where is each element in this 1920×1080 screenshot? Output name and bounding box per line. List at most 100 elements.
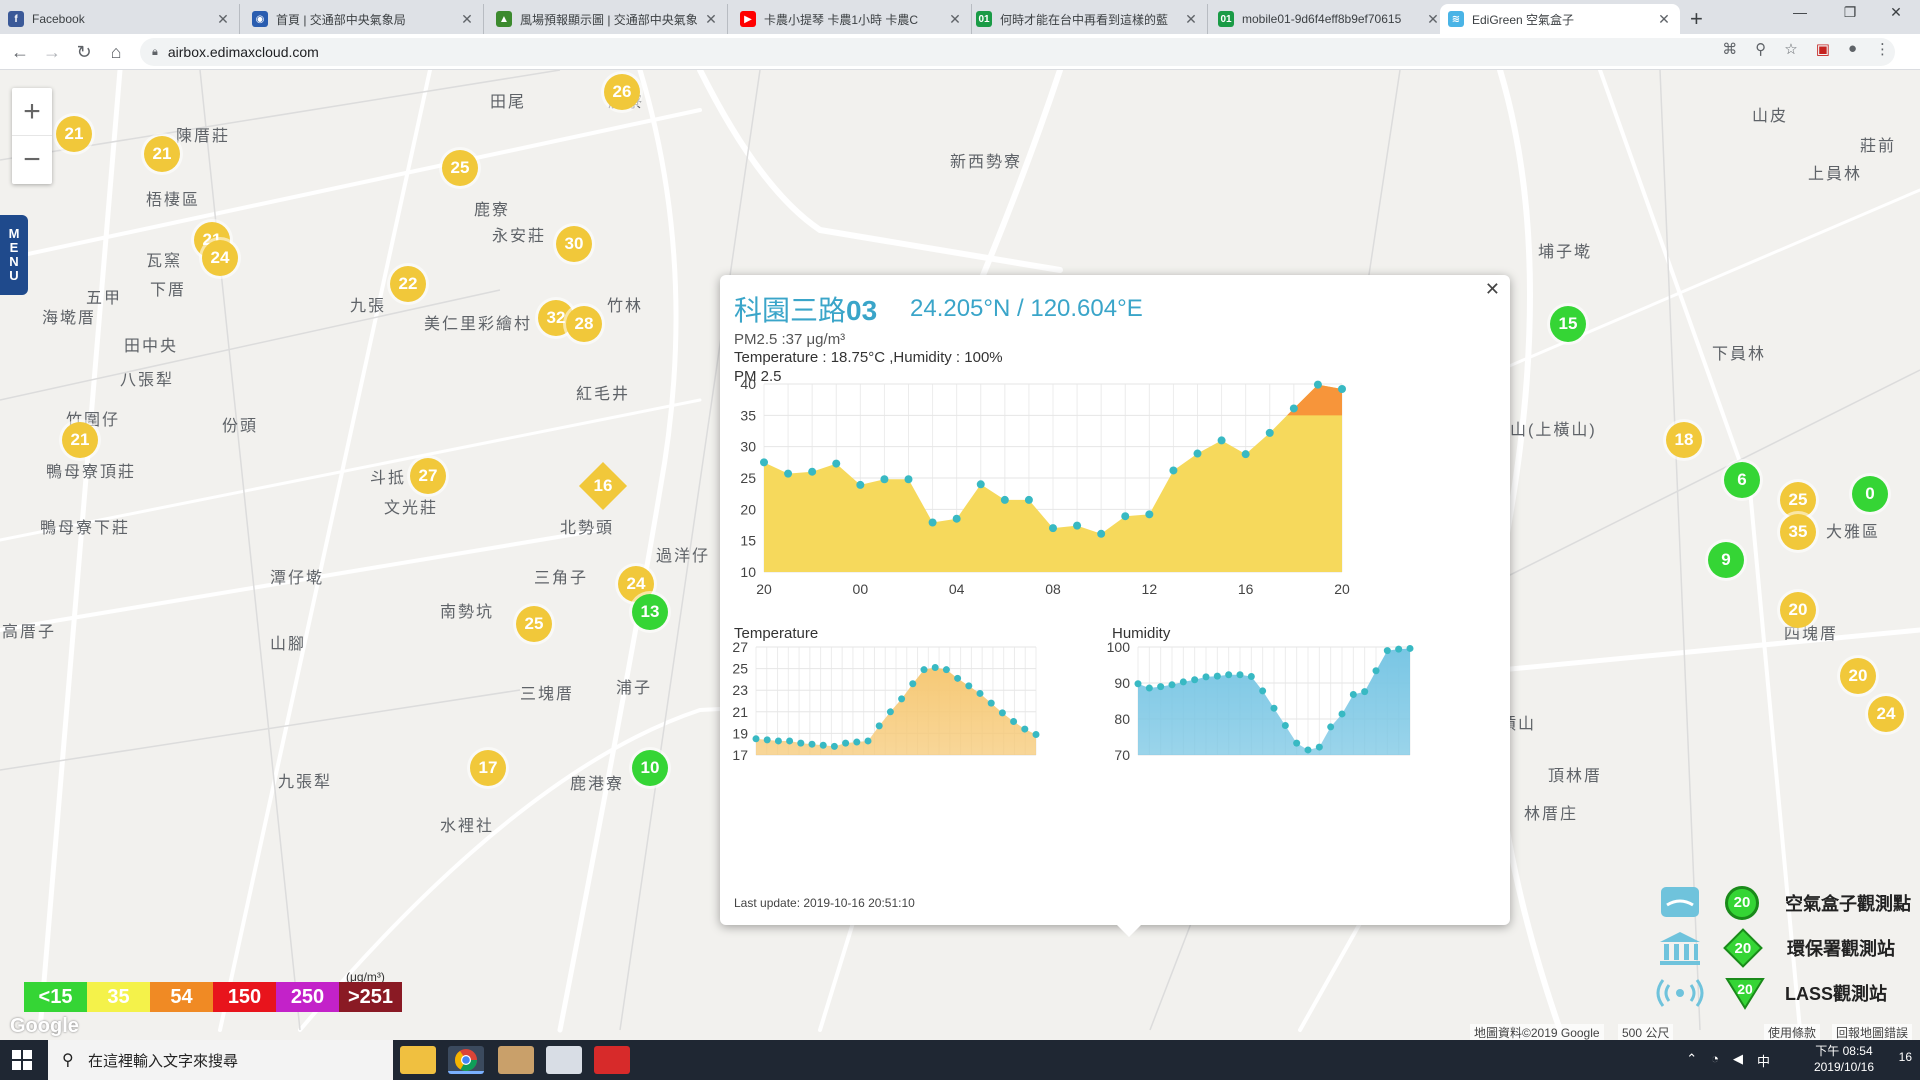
data-point bbox=[1217, 436, 1226, 445]
data-point bbox=[864, 737, 872, 745]
airbox-marker[interactable]: 24 bbox=[1868, 696, 1904, 732]
tray-chevron-icon[interactable]: ⌃ bbox=[1686, 1051, 1697, 1070]
place-label: 美仁里彩繪村 bbox=[424, 316, 533, 333]
data-point bbox=[1315, 743, 1323, 751]
airbox-marker[interactable]: 21 bbox=[56, 116, 92, 152]
airbox-marker[interactable]: 18 bbox=[1666, 422, 1702, 458]
bookmark-star-icon[interactable]: ☆ bbox=[1784, 40, 1797, 58]
notification-icon[interactable]: 16 bbox=[1899, 1050, 1912, 1064]
browser-tab[interactable]: ▶ 卡農小提琴 卡農1小時 卡農C ✕ bbox=[732, 4, 972, 34]
airbox-marker[interactable]: 0 bbox=[1852, 476, 1888, 512]
browser-tab[interactable]: ≋ EdiGreen 空氣盒子 ✕ bbox=[1440, 4, 1680, 34]
app2-taskbar-icon[interactable] bbox=[546, 1046, 582, 1074]
app3-taskbar-icon[interactable] bbox=[594, 1046, 630, 1074]
data-point bbox=[1202, 673, 1210, 681]
airbox-marker[interactable]: 35 bbox=[1780, 514, 1816, 550]
place-label: 瓦窯 bbox=[146, 253, 183, 270]
airbox-marker[interactable]: 21 bbox=[144, 136, 180, 172]
airbox-marker[interactable]: 27 bbox=[410, 458, 446, 494]
back-icon[interactable]: ← bbox=[8, 40, 32, 64]
x-tick-label: 12 bbox=[1142, 581, 1158, 597]
tab-close-icon[interactable]: ✕ bbox=[1425, 11, 1441, 28]
airbox-marker[interactable]: 20 bbox=[1840, 658, 1876, 694]
new-tab-button[interactable]: + bbox=[1690, 6, 1703, 32]
airbox-marker[interactable]: 21 bbox=[62, 422, 98, 458]
minimize-button[interactable]: — bbox=[1780, 4, 1820, 20]
app-taskbar-icon[interactable] bbox=[498, 1046, 534, 1074]
y-tick-label: 19 bbox=[732, 725, 748, 741]
airbox-marker[interactable]: 25 bbox=[1780, 482, 1816, 518]
data-point bbox=[1349, 691, 1357, 699]
airbox-marker[interactable]: 17 bbox=[470, 750, 506, 786]
airbox-marker[interactable]: 24 bbox=[202, 240, 238, 276]
station-diamond-marker[interactable]: 16 bbox=[578, 461, 628, 511]
address-bar[interactable]: 🔒︎ airbox.edimaxcloud.com bbox=[140, 38, 1895, 66]
data-point bbox=[1313, 380, 1322, 389]
data-point bbox=[853, 738, 861, 746]
map-canvas[interactable]: 田尾鹿寮新西勢寮陳厝莊梧棲區鹿寮永安莊瓦窯下厝五甲海墘厝九張竹林田中央八張犁紅毛… bbox=[0, 70, 1920, 1040]
airbox-marker[interactable]: 25 bbox=[442, 150, 478, 186]
tab-favicon-icon: 01 bbox=[1218, 11, 1234, 27]
extension-icon[interactable]: ▣ bbox=[1816, 40, 1830, 58]
airbox-icon bbox=[1661, 886, 1699, 917]
data-point bbox=[987, 699, 995, 707]
data-point bbox=[1265, 428, 1274, 437]
translate-icon[interactable]: ⌘ bbox=[1722, 40, 1737, 58]
tab-close-icon[interactable]: ✕ bbox=[215, 11, 231, 28]
map-scale[interactable]: 500 公尺 bbox=[1618, 1024, 1674, 1040]
clock[interactable]: 下午 08:54 2019/10/16 bbox=[1814, 1043, 1874, 1075]
home-icon[interactable]: ⌂ bbox=[104, 40, 128, 64]
zoom-icon[interactable]: ⚲ bbox=[1755, 40, 1766, 58]
tab-close-icon[interactable]: ✕ bbox=[1183, 11, 1199, 28]
tab-close-icon[interactable]: ✕ bbox=[703, 11, 719, 28]
report-map-error-link[interactable]: 回報地圖錯誤 bbox=[1832, 1024, 1913, 1040]
forward-icon[interactable]: → bbox=[40, 40, 64, 64]
more-menu-icon[interactable]: ⋮ bbox=[1875, 40, 1890, 58]
tab-close-icon[interactable]: ✕ bbox=[947, 11, 963, 28]
airbox-marker[interactable]: 30 bbox=[556, 226, 592, 262]
menu-tab[interactable]: MENU bbox=[0, 215, 28, 295]
airbox-marker[interactable]: 9 bbox=[1708, 542, 1744, 578]
y-tick-label: 80 bbox=[1114, 711, 1130, 727]
zoom-out-button[interactable]: − bbox=[12, 136, 52, 184]
airbox-marker[interactable]: 20 bbox=[1780, 592, 1816, 628]
profile-icon[interactable]: ● bbox=[1848, 40, 1857, 58]
airbox-marker[interactable]: 26 bbox=[604, 74, 640, 110]
airbox-marker[interactable]: 10 bbox=[632, 750, 668, 786]
airbox-marker[interactable]: 25 bbox=[516, 606, 552, 642]
data-point bbox=[842, 739, 850, 747]
terms-link[interactable]: 使用條款 bbox=[1764, 1024, 1821, 1040]
airbox-marker[interactable]: 28 bbox=[566, 306, 602, 342]
airbox-marker[interactable]: 13 bbox=[632, 594, 668, 630]
data-point bbox=[1191, 676, 1199, 684]
volume-icon[interactable]: ◀ bbox=[1733, 1051, 1743, 1070]
airbox-marker[interactable]: 15 bbox=[1550, 306, 1586, 342]
aqi-legend-swatch: 150 bbox=[213, 982, 276, 1012]
close-popup-button[interactable]: ✕ bbox=[1485, 279, 1500, 300]
windows-start-icon[interactable] bbox=[12, 1050, 32, 1070]
tab-title: 風場預報顯示圖 | 交通部中央氣象 bbox=[520, 12, 698, 27]
tab-close-icon[interactable]: ✕ bbox=[1656, 11, 1672, 28]
zoom-in-button[interactable]: + bbox=[12, 88, 52, 136]
browser-tab[interactable]: ◉ 首頁 | 交通部中央氣象局 ✕ bbox=[244, 4, 484, 34]
legend-airbox: 20 空氣盒子觀測點 bbox=[1655, 880, 1911, 925]
file-explorer-icon[interactable] bbox=[400, 1046, 436, 1074]
close-window-button[interactable]: ✕ bbox=[1876, 4, 1916, 21]
reload-icon[interactable]: ↻ bbox=[72, 40, 96, 64]
chrome-taskbar-icon[interactable] bbox=[448, 1046, 484, 1074]
browser-tab[interactable]: 01 mobile01-9d6f4eff8b9ef70615 ✕ bbox=[1210, 4, 1450, 34]
data-point bbox=[880, 475, 889, 484]
airbox-marker[interactable]: 22 bbox=[390, 266, 426, 302]
data-point bbox=[808, 467, 817, 476]
ime-indicator[interactable]: 中 bbox=[1757, 1051, 1770, 1070]
browser-tab[interactable]: ▲ 風場預報顯示圖 | 交通部中央氣象 ✕ bbox=[488, 4, 728, 34]
taskbar-search[interactable]: ⚲ 在這裡輸入文字來搜尋 bbox=[48, 1040, 393, 1080]
place-label: 海墘厝 bbox=[42, 310, 97, 327]
browser-tab[interactable]: 01 何時才能在台中再看到這樣的藍 ✕ bbox=[968, 4, 1208, 34]
tab-title: mobile01-9d6f4eff8b9ef70615 bbox=[1242, 12, 1402, 26]
maximize-button[interactable]: ❐ bbox=[1830, 4, 1870, 21]
tab-close-icon[interactable]: ✕ bbox=[459, 11, 475, 28]
browser-tab[interactable]: f Facebook ✕ bbox=[0, 4, 240, 34]
airbox-marker[interactable]: 6 bbox=[1724, 462, 1760, 498]
network-icon[interactable]: ◔ bbox=[1711, 1051, 1719, 1070]
